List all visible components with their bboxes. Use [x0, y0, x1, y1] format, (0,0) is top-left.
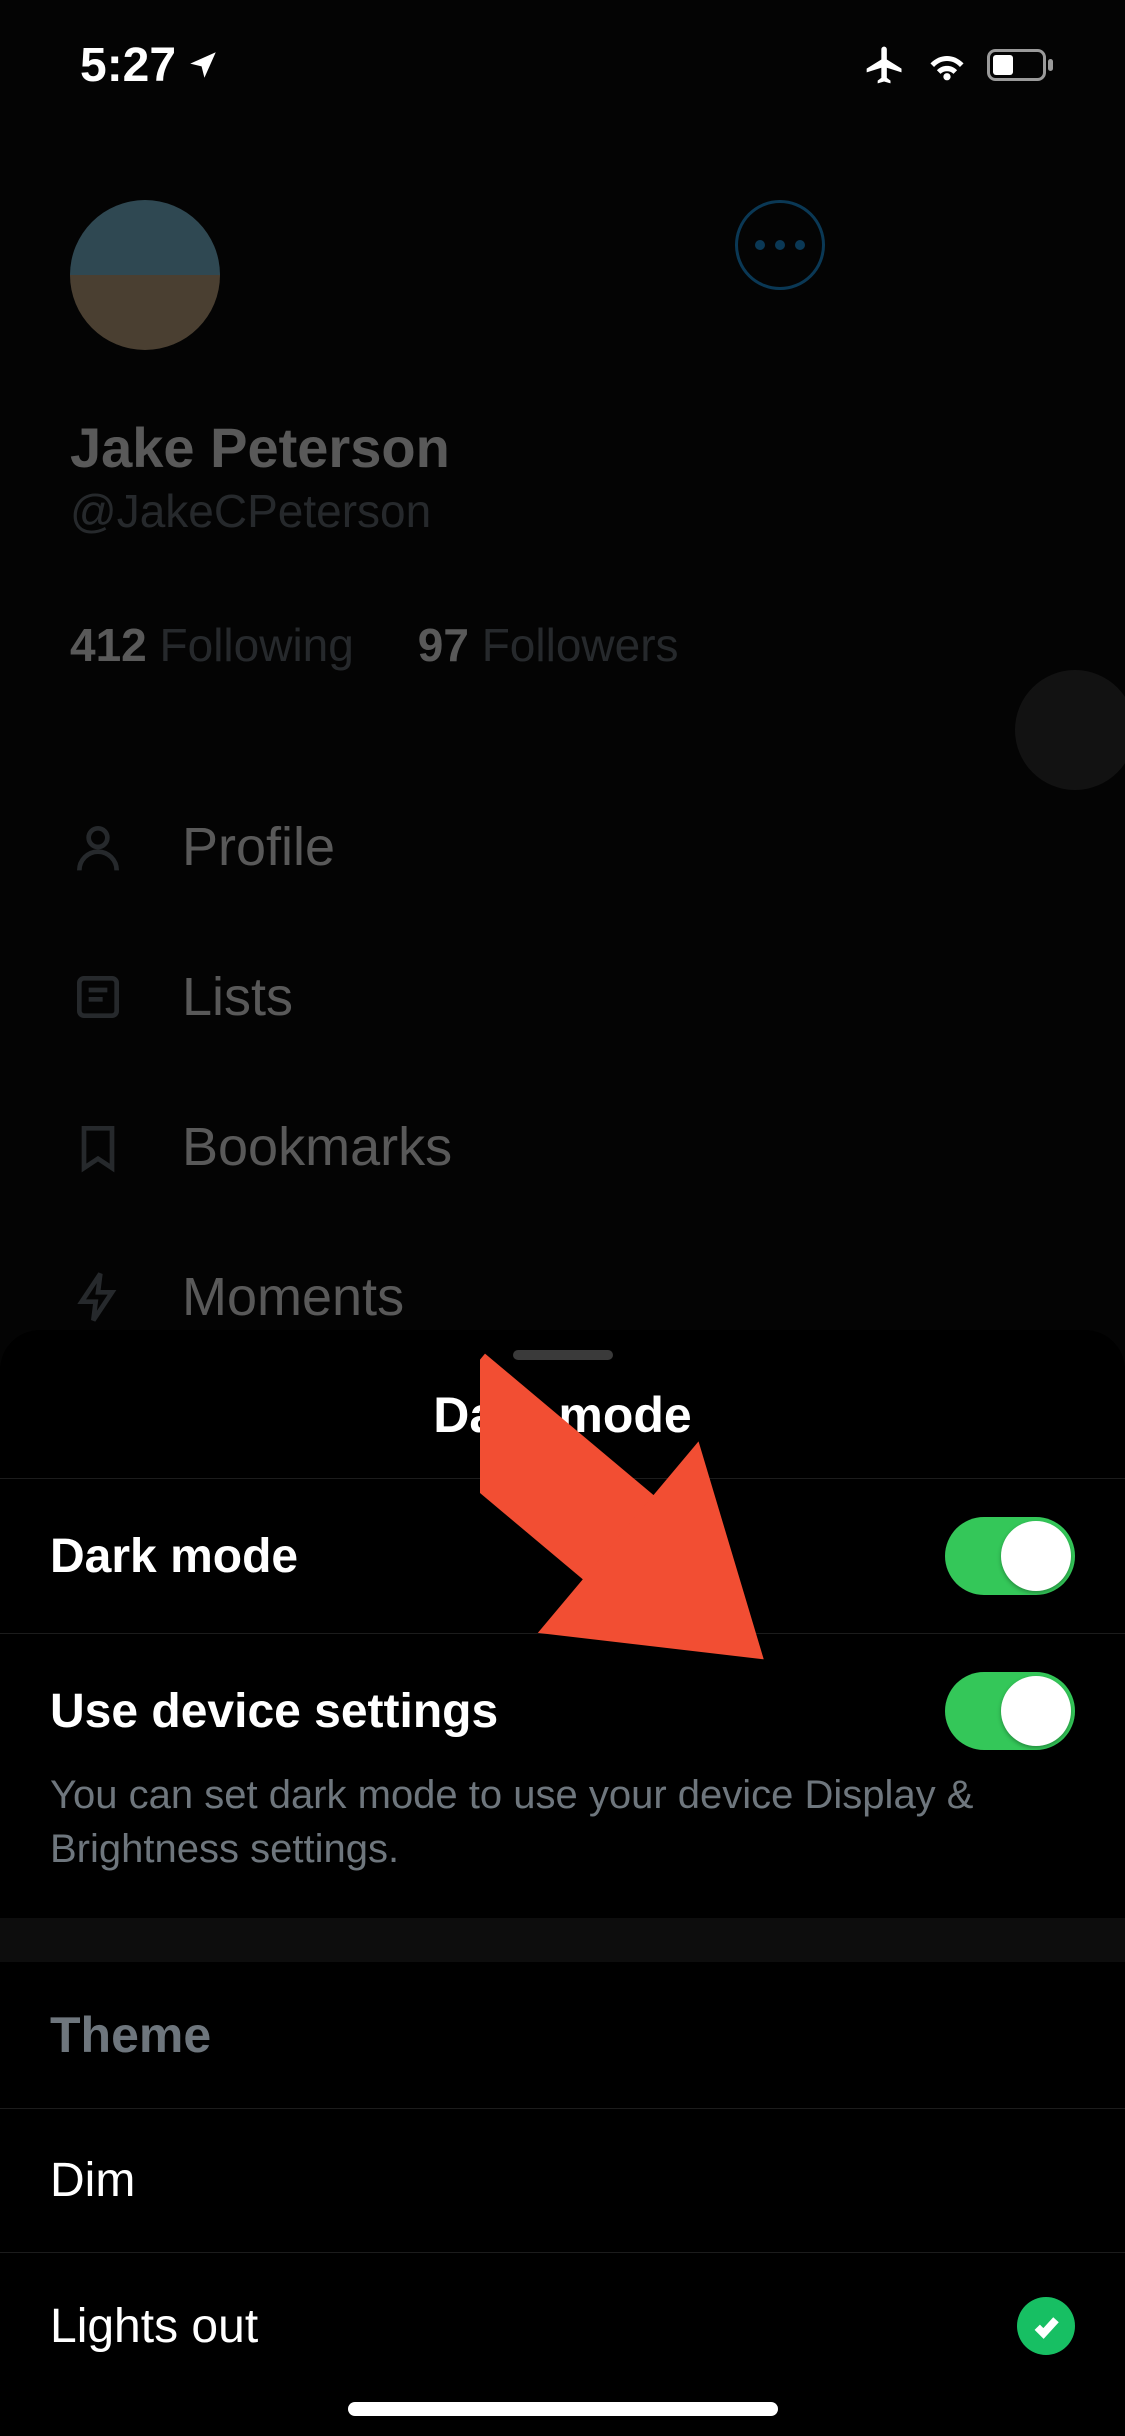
display-name: Jake Peterson — [70, 415, 875, 480]
menu-item-profile[interactable]: Profile — [70, 772, 875, 922]
section-divider — [0, 1918, 1125, 1962]
dark-mode-label: Dark mode — [50, 1529, 298, 1584]
menu-item-bookmarks[interactable]: Bookmarks — [70, 1072, 875, 1222]
followers-label: Followers — [482, 619, 679, 671]
theme-option-dim[interactable]: Dim — [0, 2108, 1125, 2252]
use-device-label: Use device settings — [50, 1684, 498, 1739]
theme-label: Dim — [50, 2153, 135, 2208]
avatar[interactable] — [70, 200, 220, 350]
profile-stats: 412 Following 97 Followers — [70, 618, 875, 672]
user-handle: @JakeCPeterson — [70, 484, 875, 538]
dark-mode-row: Dark mode — [0, 1478, 1125, 1633]
battery-icon — [987, 49, 1055, 81]
toggle-knob — [1001, 1521, 1071, 1591]
wifi-icon — [925, 47, 969, 83]
partial-avatar-right — [1015, 670, 1125, 790]
use-device-description: You can set dark mode to use your device… — [0, 1768, 1125, 1918]
drawer-menu: Profile Lists Bookmarks — [70, 772, 875, 1372]
following-label: Following — [160, 619, 354, 671]
sheet-grabber[interactable] — [513, 1350, 613, 1360]
home-indicator[interactable] — [348, 2402, 778, 2416]
list-icon — [70, 969, 126, 1025]
following-count[interactable]: 412 — [70, 619, 147, 671]
menu-label: Profile — [182, 816, 335, 878]
theme-section-header: Theme — [0, 1962, 1125, 2108]
lightning-icon — [70, 1269, 126, 1325]
more-horizontal-icon — [755, 240, 805, 250]
bookmark-icon — [70, 1119, 126, 1175]
status-time: 5:27 — [80, 38, 220, 93]
theme-option-lights-out[interactable]: Lights out — [0, 2252, 1125, 2399]
use-device-settings-row: Use device settings — [0, 1633, 1125, 1768]
status-time-text: 5:27 — [80, 38, 176, 93]
dark-mode-toggle[interactable] — [945, 1517, 1075, 1595]
status-icons — [863, 43, 1055, 87]
toggle-knob — [1001, 1676, 1071, 1746]
followers-count[interactable]: 97 — [418, 619, 469, 671]
sheet-title: Dark mode — [0, 1386, 1125, 1478]
dark-mode-sheet: Dark mode Dark mode Use device settings … — [0, 1330, 1125, 2436]
location-arrow-icon — [186, 48, 220, 82]
more-options-button[interactable] — [735, 200, 825, 290]
menu-label: Lists — [182, 966, 293, 1028]
theme-label: Lights out — [50, 2299, 258, 2354]
menu-label: Moments — [182, 1266, 404, 1328]
status-bar: 5:27 — [0, 0, 1125, 130]
menu-item-lists[interactable]: Lists — [70, 922, 875, 1072]
menu-label: Bookmarks — [182, 1116, 452, 1178]
checkmark-icon — [1017, 2297, 1075, 2355]
use-device-settings-toggle[interactable] — [945, 1672, 1075, 1750]
person-icon — [70, 819, 126, 875]
drawer-content: Jake Peterson @JakeCPeterson 412 Followi… — [0, 160, 945, 1372]
airplane-mode-icon — [863, 43, 907, 87]
